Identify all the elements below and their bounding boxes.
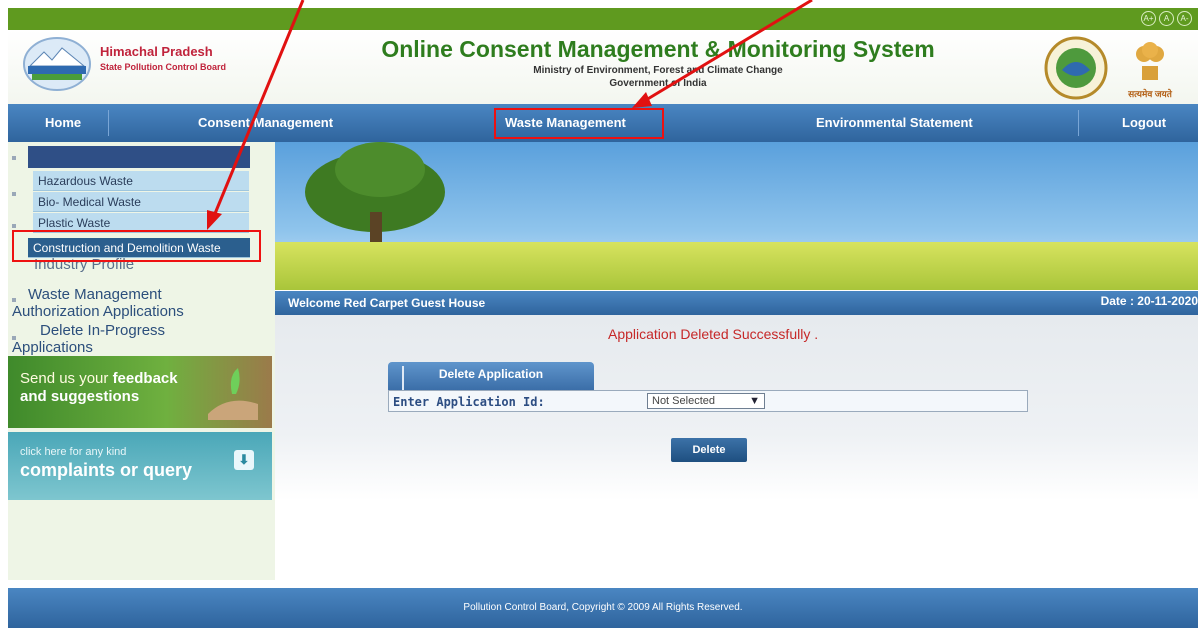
sidebar-bullet xyxy=(12,192,16,196)
site-header: Himachal Pradesh State Pollution Control… xyxy=(8,30,1198,104)
feedback-text-a: Send us your xyxy=(20,370,113,387)
success-message: Application Deleted Successfully . xyxy=(608,326,819,342)
font-increase-button[interactable]: A+ xyxy=(1141,11,1156,26)
tree-canopy-top xyxy=(335,142,425,197)
state-seal-logo xyxy=(1044,36,1108,100)
welcome-text: Welcome Red Carpet Guest House xyxy=(288,296,486,310)
system-title-block: Online Consent Management & Monitoring S… xyxy=(358,36,958,89)
complaint-banner[interactable]: click here for any kind complaints or qu… xyxy=(8,432,272,500)
sidebar-item-waste-auth-line1[interactable]: Waste Management xyxy=(28,286,162,303)
sidebar-bullet xyxy=(12,298,16,302)
select-value: Not Selected xyxy=(652,395,715,407)
lion-emblem-icon xyxy=(1136,42,1164,80)
sidebar-item-delete-line2[interactable]: Applications xyxy=(12,339,93,356)
nav-logout[interactable]: Logout xyxy=(1122,104,1166,142)
nav-environmental-statement[interactable]: Environmental Statement xyxy=(816,104,973,142)
board-name-line2: State Pollution Control Board xyxy=(100,62,226,72)
government-name: Government of India xyxy=(609,78,707,89)
ministry-name: Ministry of Environment, Forest and Clim… xyxy=(533,65,783,76)
sidebar-bullet xyxy=(12,156,16,160)
waste-management-highlight-box xyxy=(494,108,664,139)
menu-item-hazardous-waste[interactable]: Hazardous Waste xyxy=(33,171,249,191)
sidebar-item-delete-line1[interactable]: Delete In-Progress xyxy=(40,322,165,339)
emblem-caption: सत्यमेव जयते xyxy=(1128,89,1172,99)
complaint-line1: click here for any kind xyxy=(20,446,127,458)
menu-item-bio-medical-waste[interactable]: Bio- Medical Waste xyxy=(33,192,249,212)
font-normal-button[interactable]: A xyxy=(1159,11,1174,26)
construction-waste-highlight-box xyxy=(12,230,261,262)
nav-consent-management[interactable]: Consent Management xyxy=(198,104,333,142)
nav-divider xyxy=(108,110,109,136)
feedback-line2: and suggestions xyxy=(20,388,140,405)
hero-tree-banner xyxy=(275,142,1198,290)
application-id-select[interactable]: Not Selected ▼ xyxy=(647,393,765,409)
board-logo xyxy=(23,37,91,91)
font-decrease-button[interactable]: A- xyxy=(1177,11,1192,26)
feedback-line1: Send us your feedback xyxy=(20,370,178,387)
arrow-down-icon[interactable]: ⬇ xyxy=(234,450,254,470)
delete-button[interactable]: Delete xyxy=(671,438,747,462)
dropdown-header xyxy=(28,146,250,168)
grass-field xyxy=(275,242,1198,290)
application-id-label: Enter Application Id: xyxy=(393,395,545,409)
font-size-controls: A+ A A- xyxy=(1141,11,1192,26)
sidebar-item-waste-auth-line2[interactable]: Authorization Applications xyxy=(12,303,184,320)
nav-divider xyxy=(1078,110,1079,136)
national-emblem: सत्यमेव जयते xyxy=(1120,36,1180,100)
complaint-line2: complaints or query xyxy=(20,460,193,480)
site-footer: Pollution Control Board, Copyright © 200… xyxy=(8,588,1198,628)
feedback-banner[interactable]: Send us your feedback and suggestions xyxy=(8,356,272,428)
chevron-down-icon: ▼ xyxy=(749,395,760,407)
application-id-row: Enter Application Id: Not Selected ▼ xyxy=(388,390,1028,412)
system-title: Online Consent Management & Monitoring S… xyxy=(381,36,935,62)
tab-delete-application[interactable]: Delete Application xyxy=(388,362,594,390)
sidebar-bullet xyxy=(12,224,16,228)
board-name-line1: Himachal Pradesh xyxy=(100,44,213,59)
hands-plant-icon xyxy=(208,368,258,420)
top-strip: A+ A A- xyxy=(8,8,1198,30)
tab-label: Delete Application xyxy=(438,367,544,381)
current-date: Date : 20-11-2020 xyxy=(1100,294,1198,308)
footer-copyright: Pollution Control Board, Copyright © 200… xyxy=(463,602,743,613)
nav-home[interactable]: Home xyxy=(45,104,81,142)
welcome-bar: Welcome Red Carpet Guest House Date : 20… xyxy=(275,291,1198,315)
feedback-text-b: feedback xyxy=(112,370,178,387)
board-name: Himachal Pradesh State Pollution Control… xyxy=(100,44,226,72)
